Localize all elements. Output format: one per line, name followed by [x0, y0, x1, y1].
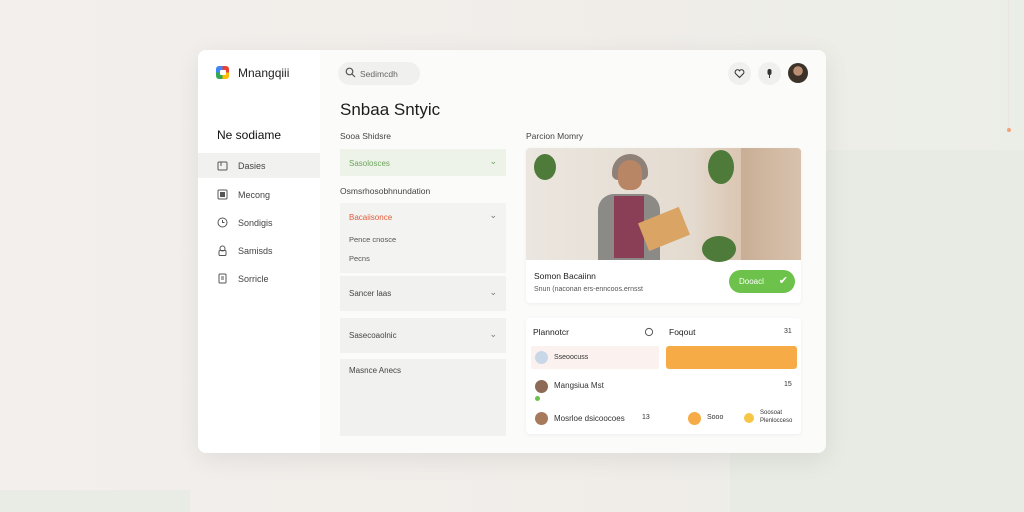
chevron-down-icon: ⌄ — [489, 210, 497, 220]
image-icon — [217, 189, 228, 200]
favorites-button[interactable] — [728, 62, 751, 85]
sidebar-item-label: Sorricle — [238, 274, 269, 284]
profile-photo — [526, 148, 801, 262]
clock-icon — [217, 217, 228, 228]
chevron-down-icon: ⌄ — [489, 329, 497, 339]
profile-subtitle: Snun (naconan ers-enncoos.ernsst — [534, 286, 643, 293]
microphone-icon — [767, 69, 772, 78]
profile-name: Somon Bacaiinn — [534, 271, 596, 281]
dropdown-option[interactable]: Pence cnosce — [349, 235, 396, 244]
sidebar-item-label: Sondigis — [238, 218, 273, 228]
dropdown-field-3[interactable]: Sancer laas ⌄ — [340, 276, 506, 311]
text-area-field[interactable]: Masnce Anecs — [340, 359, 506, 436]
chevron-down-icon: ⌄ — [489, 156, 497, 166]
section-label: Sooa Shidsre — [340, 131, 392, 141]
sidebar-title: Ne sodiame — [217, 128, 282, 142]
list-header-count: 31 — [784, 328, 792, 335]
search-placeholder: Sedimcdh — [360, 69, 398, 79]
dropdown-field-4[interactable]: Sasecoaolnic ⌄ — [340, 318, 506, 353]
background-line — [1008, 0, 1009, 130]
page-title: Snbaa Sntyic — [340, 100, 441, 119]
app-logo-icon — [216, 66, 229, 79]
list-item-right-bottom: Plenlocceso — [760, 418, 793, 424]
user-avatar[interactable] — [788, 63, 808, 83]
sidebar-item-label: Samisds — [238, 246, 273, 256]
list-item-name: Mangsiua Mst — [554, 381, 604, 390]
app-window: Mnangqiii Ne sodiame Dasies Mecong Sondi… — [198, 50, 826, 453]
field-value: Masnce Anecs — [349, 366, 402, 375]
avatar — [535, 351, 548, 364]
folder-icon — [217, 160, 228, 171]
list-header-left: Plannotcr — [533, 327, 569, 337]
background-dot — [1007, 128, 1011, 132]
list-item-tag: Sooo — [707, 414, 724, 421]
sidebar-item-sondigis[interactable]: Sondigis — [198, 210, 320, 235]
microphone-button[interactable] — [758, 62, 781, 85]
heart-icon — [734, 69, 745, 79]
list-item-count: 15 — [784, 381, 792, 388]
list-item-label: Sseoocuss — [554, 354, 589, 361]
button-label: Dooacl — [739, 277, 764, 286]
sidebar-item-label: Dasies — [238, 161, 266, 171]
field-value: Sancer laas — [349, 289, 392, 298]
chevron-down-icon: ✔ — [778, 275, 788, 287]
avatar — [535, 412, 548, 425]
document-icon — [217, 273, 228, 284]
field-value: Sasecoaolnic — [349, 331, 397, 340]
activity-list-card: Plannotcr Foqout 31 Sseoocuss Mangsiua M… — [526, 318, 801, 434]
app-name: Mnangqiii — [238, 66, 290, 80]
sidebar-item-dasies[interactable]: Dasies — [198, 153, 320, 178]
progress-bar — [666, 346, 797, 369]
list-item-count: 13 — [642, 414, 650, 421]
coin-icon — [688, 412, 701, 425]
background-strip — [0, 490, 190, 512]
list-item-name: Mosrloe dsicoocoes — [554, 414, 625, 423]
list-item-right-top: Soosoat — [760, 410, 783, 416]
list-header-right: Foqout — [669, 327, 696, 337]
field-value: Bacaiisonce — [349, 213, 393, 222]
sidebar-item-samisds[interactable]: Samisds — [198, 238, 320, 263]
dropdown-field-2[interactable]: Bacaiisonce ⌄ Pence cnosce Pecns — [340, 203, 506, 273]
avatar — [535, 380, 548, 393]
search-input[interactable]: Sedimcdh — [338, 62, 420, 85]
sidebar-item-label: Mecong — [238, 190, 271, 200]
dropdown-option[interactable]: Pecns — [349, 254, 370, 263]
status-dot — [535, 396, 540, 401]
list-item[interactable] — [531, 346, 659, 369]
dropdown-field-1[interactable]: Sasolosces ⌄ — [340, 149, 506, 176]
sidebar-item-sorricle[interactable]: Sorricle — [198, 266, 320, 291]
sidebar-item-mecong[interactable]: Mecong — [198, 182, 320, 207]
lock-icon — [217, 245, 228, 256]
coin-icon — [744, 413, 754, 423]
search-icon[interactable] — [644, 325, 655, 343]
confirm-button[interactable]: Dooacl ✔ — [729, 270, 795, 293]
profile-card: Somon Bacaiinn Snun (naconan ers-enncoos… — [526, 148, 801, 303]
section-label: Osmsrhosobhnundation — [340, 186, 431, 196]
field-value: Sasolosces — [349, 159, 390, 168]
chevron-down-icon: ⌄ — [489, 287, 497, 297]
search-icon — [345, 67, 356, 81]
section-label: Parcion Momry — [526, 131, 584, 141]
sidebar: Mnangqiii Ne sodiame Dasies Mecong Sondi… — [198, 50, 320, 453]
